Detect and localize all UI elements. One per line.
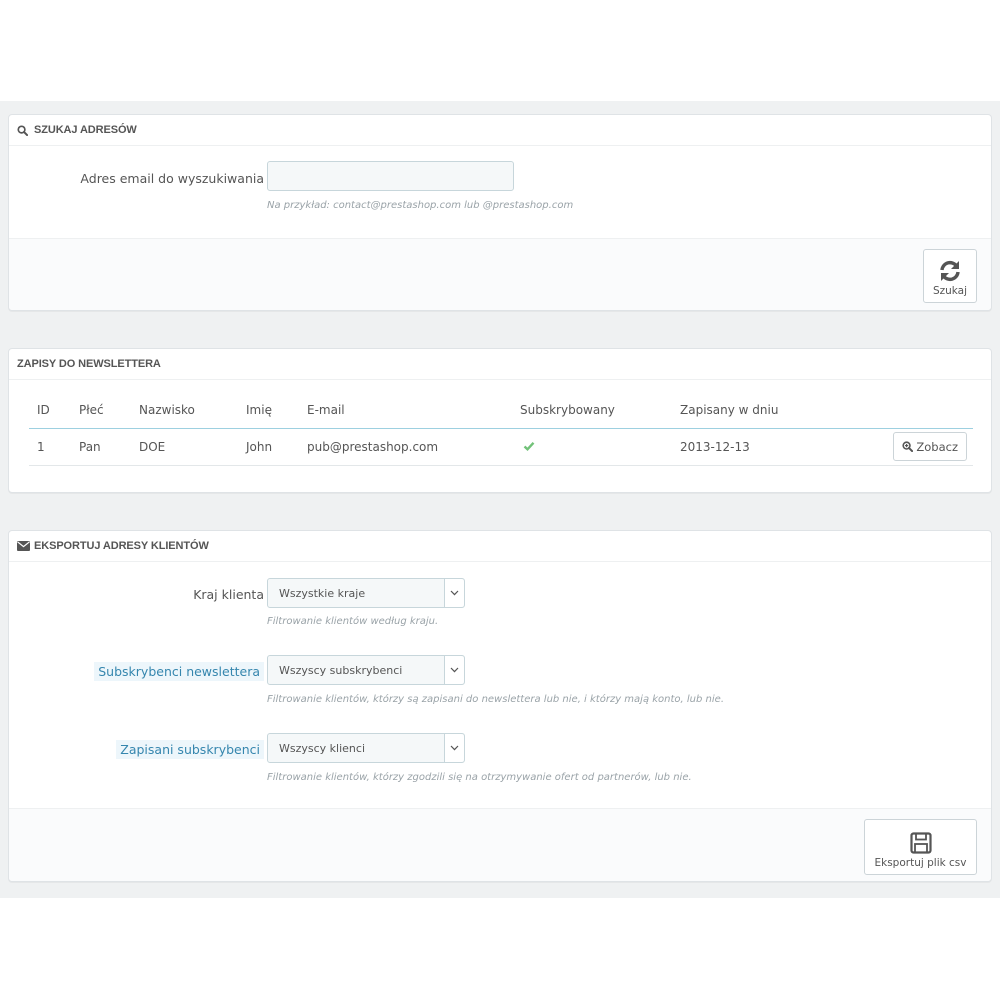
chevron-down-icon: [444, 656, 464, 684]
cell-firstname: John: [238, 428, 299, 466]
search-button-label: Szukaj: [932, 285, 968, 297]
newsletter-subscribers-label[interactable]: Subskrybenci newslettera: [94, 662, 264, 681]
column-header[interactable]: Subskrybowany: [512, 393, 672, 429]
cell-id: 1: [29, 428, 71, 466]
panel-title: SZUKAJ ADRESÓW: [34, 124, 137, 136]
column-header[interactable]: E-mail: [299, 393, 512, 429]
country-select[interactable]: Wszystkie kraje: [267, 578, 465, 608]
search-icon: [17, 124, 31, 136]
export-csv-button[interactable]: Eksportuj plik csv: [864, 819, 977, 875]
column-header-actions: [822, 393, 973, 429]
panel-heading: ZAPISY DO NEWSLETTERA: [9, 349, 991, 380]
admin-content: SZUKAJ ADRESÓW Adres email do wyszukiwan…: [0, 101, 1000, 898]
country-select-value: Wszystkie kraje: [279, 586, 366, 600]
newsletter-select-value: Wszyscy subskrybenci: [279, 663, 403, 677]
refresh-icon: [940, 260, 960, 282]
email-search-help: Na przykład: contact@prestashop.com lub …: [267, 200, 574, 211]
cell-lastname: DOE: [131, 428, 238, 466]
panel-heading: EKSPORTUJ ADRESY KLIENTÓW: [9, 531, 991, 562]
chevron-down-icon: [444, 734, 464, 762]
save-icon: [909, 832, 932, 854]
optin-subscribers-label[interactable]: Zapisani subskrybenci: [116, 740, 264, 759]
optin-subscribers-select[interactable]: Wszyscy klienci: [267, 733, 465, 763]
column-header[interactable]: Zapisany w dniu: [672, 393, 822, 429]
zoom-in-icon: [902, 441, 914, 452]
export-customers-panel: EKSPORTUJ ADRESY KLIENTÓW Kraj klienta W…: [8, 530, 992, 882]
chevron-down-icon: [444, 579, 464, 607]
newsletter-registrations-panel: ZAPISY DO NEWSLETTERA ID Płeć Nazwisko I…: [8, 348, 992, 493]
country-help: Filtrowanie klientów według kraju.: [267, 616, 439, 627]
optin-subscribers-help: Filtrowanie klientów, którzy zgodzili si…: [267, 772, 692, 783]
column-header[interactable]: Płeć: [71, 393, 131, 429]
panel-heading: SZUKAJ ADRESÓW: [9, 115, 991, 146]
search-button[interactable]: Szukaj: [923, 249, 977, 303]
newsletter-table: ID Płeć Nazwisko Imię E-mail Subskrybowa…: [29, 393, 973, 466]
panel-footer: Eksportuj plik csv: [9, 808, 991, 881]
cell-gender: Pan: [71, 428, 131, 466]
table-header-row: ID Płeć Nazwisko Imię E-mail Subskrybowa…: [29, 393, 973, 429]
envelope-icon: [17, 540, 31, 552]
panel-footer: Szukaj: [9, 238, 991, 310]
country-label: Kraj klienta: [193, 587, 264, 602]
cell-date: 2013-12-13: [672, 428, 822, 466]
check-icon: [523, 441, 535, 451]
optin-select-value: Wszyscy klienci: [279, 741, 366, 755]
cell-actions: Zobacz: [822, 428, 973, 466]
column-header[interactable]: ID: [29, 393, 71, 429]
column-header[interactable]: Imię: [238, 393, 299, 429]
view-button[interactable]: Zobacz: [893, 432, 967, 461]
newsletter-subscribers-select[interactable]: Wszyscy subskrybenci: [267, 655, 465, 685]
search-addresses-panel: SZUKAJ ADRESÓW Adres email do wyszukiwan…: [8, 114, 992, 311]
cell-subscribed: [512, 428, 672, 466]
panel-title: EKSPORTUJ ADRESY KLIENTÓW: [34, 540, 209, 552]
export-csv-button-label: Eksportuj plik csv: [874, 857, 967, 869]
cell-email: pub@prestashop.com: [299, 428, 512, 466]
view-button-label: Zobacz: [916, 439, 958, 454]
column-header[interactable]: Nazwisko: [131, 393, 238, 429]
table-row[interactable]: 1 Pan DOE John pub@prestashop.com 2013-1…: [29, 428, 973, 466]
newsletter-subscribers-help: Filtrowanie klientów, którzy są zapisani…: [267, 694, 724, 705]
email-search-label: Adres email do wyszukiwania: [80, 171, 264, 186]
panel-title: ZAPISY DO NEWSLETTERA: [17, 358, 161, 370]
email-search-input[interactable]: [267, 161, 514, 191]
